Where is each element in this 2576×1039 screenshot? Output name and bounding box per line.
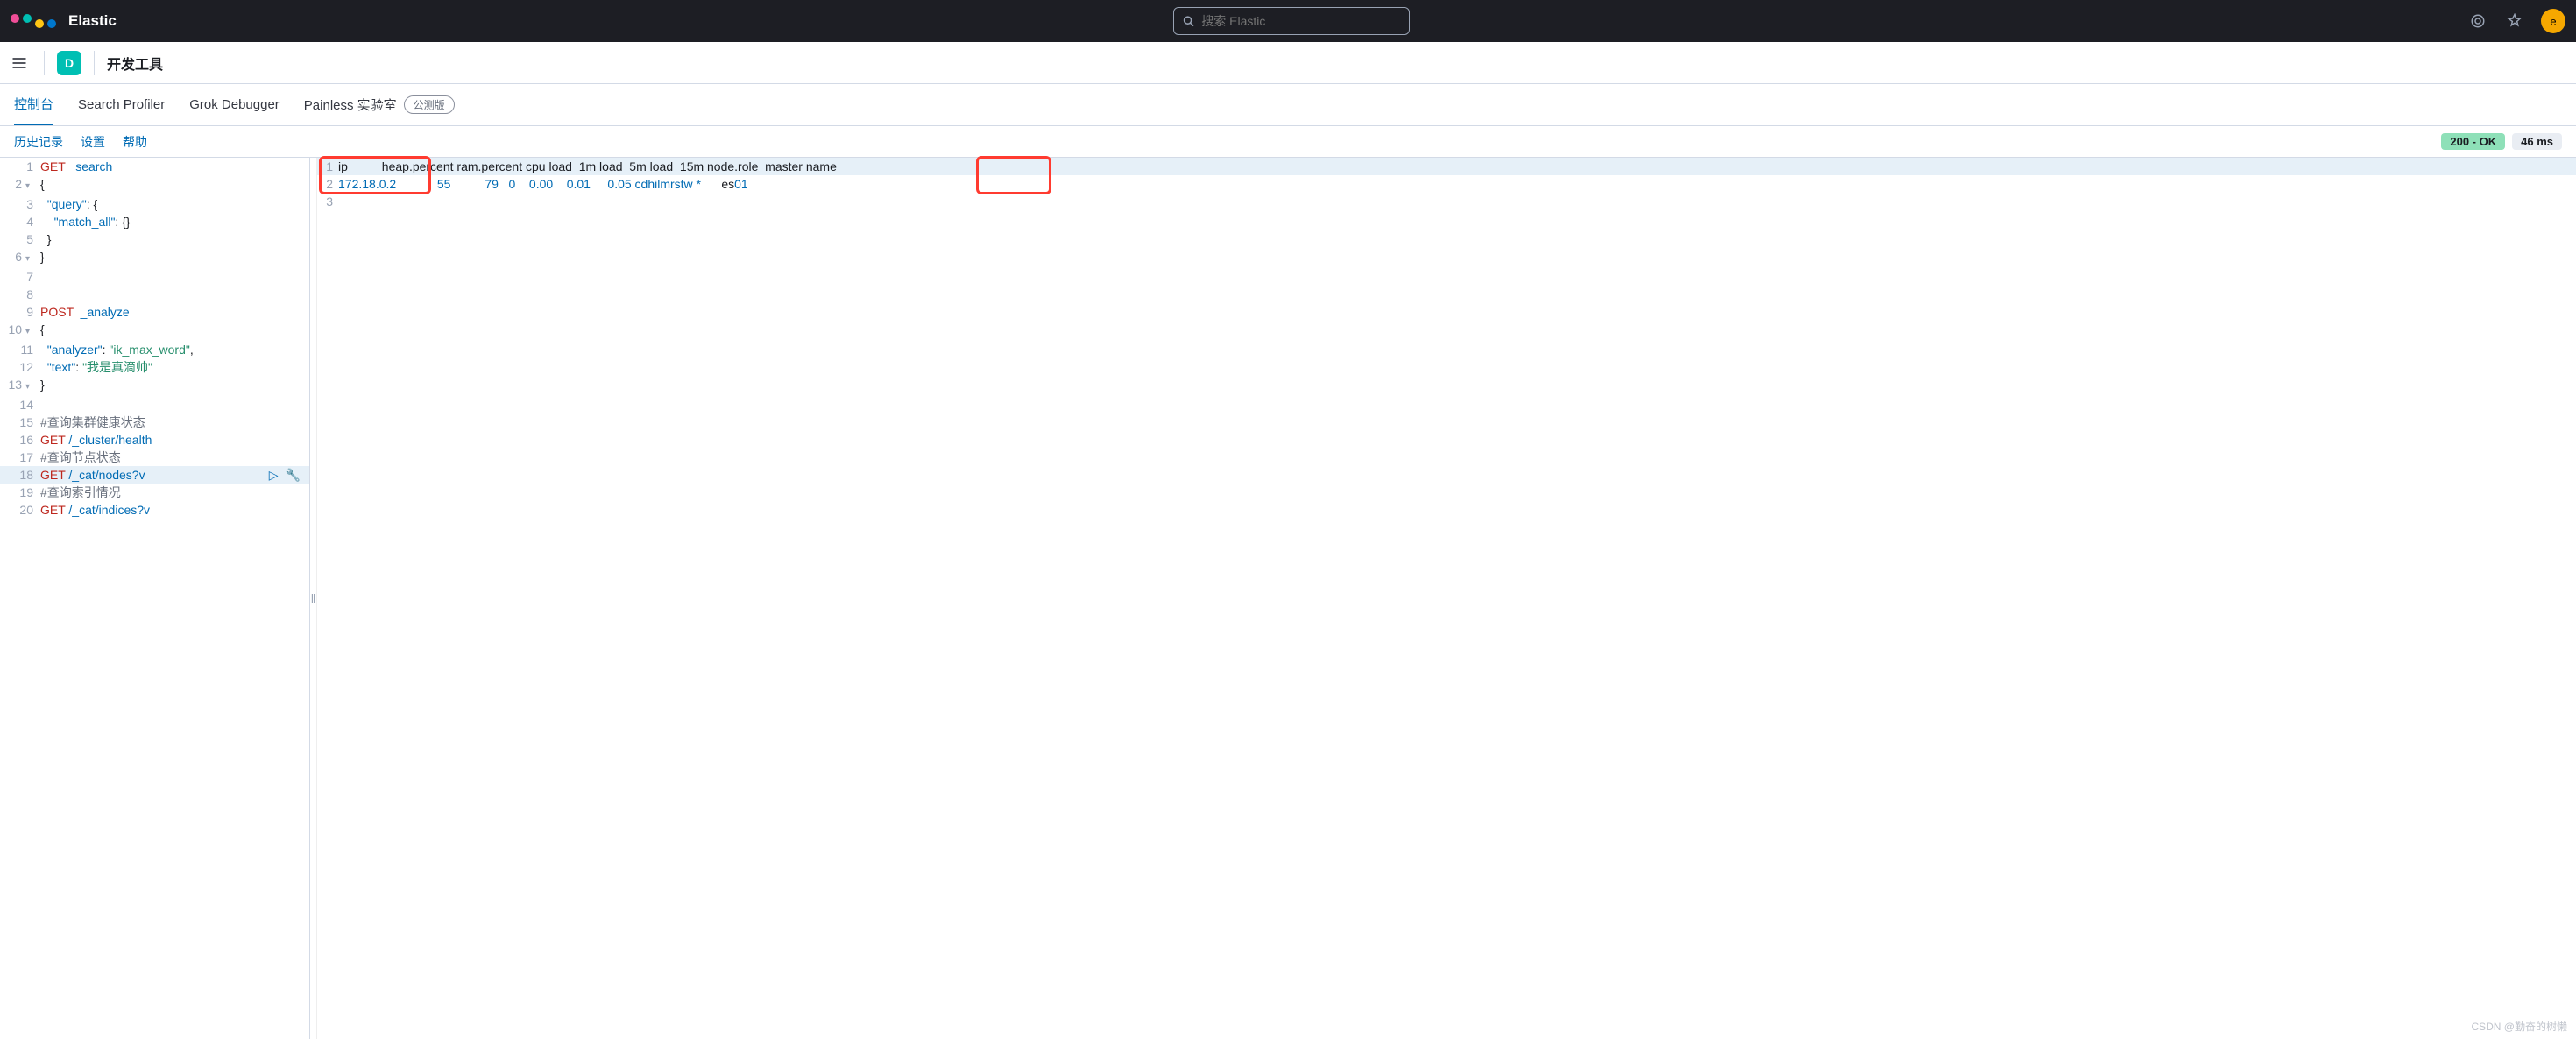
editor-line[interactable]: 10 ▾{ (0, 321, 309, 341)
line-number: 20 (0, 501, 40, 519)
response-pane: 1 ip heap.percent ram.percent cpu load_1… (317, 158, 2576, 1039)
code-content: POST _analyze (40, 303, 130, 321)
global-header: Elastic e (0, 0, 2576, 42)
line-number: 5 (0, 230, 40, 248)
code-content: #查询节点状态 (40, 449, 121, 466)
code-content: "query": { (40, 195, 97, 213)
code-content: "text": "我是真滴帅" (40, 358, 152, 376)
code-content: { (40, 175, 45, 195)
line-number: 15 (0, 413, 40, 431)
line-number: 6 ▾ (0, 248, 40, 268)
code-content: } (40, 376, 45, 396)
editor-line[interactable]: 19#查询索引情况 (0, 484, 309, 501)
history-link[interactable]: 历史记录 (14, 133, 63, 151)
line-number: 2 ▾ (0, 175, 40, 195)
line-number: 1 (317, 158, 338, 175)
console-toolbar: 历史记录 设置 帮助 200 - OK 46 ms (0, 126, 2576, 158)
divider (44, 51, 45, 75)
line-number: 7 (0, 268, 40, 286)
code-content: #查询集群健康状态 (40, 413, 145, 431)
editor-line[interactable]: 1GET _search (0, 158, 309, 175)
editor-line[interactable]: 14 (0, 396, 309, 413)
editor-line[interactable]: 8 (0, 286, 309, 303)
code-content: { (40, 321, 45, 341)
timing-badge: 46 ms (2512, 133, 2562, 150)
editor-line[interactable]: 17#查询节点状态 (0, 449, 309, 466)
global-search[interactable] (1173, 7, 1410, 35)
editor-line[interactable]: 15#查询集群健康状态 (0, 413, 309, 431)
line-number: 19 (0, 484, 40, 501)
beta-badge: 公测版 (404, 95, 455, 114)
code-content: } (40, 230, 51, 248)
help-link[interactable]: 帮助 (123, 133, 147, 151)
resize-handle[interactable]: ‖ (310, 158, 317, 1039)
editor-line[interactable]: 20GET /_cat/indices?v (0, 501, 309, 519)
editor-line[interactable]: 13 ▾} (0, 376, 309, 396)
tab-search-profiler[interactable]: Search Profiler (78, 87, 165, 123)
line-number: 18 (0, 466, 40, 484)
line-number: 17 (0, 449, 40, 466)
code-content: GET _search (40, 158, 112, 175)
editor-line[interactable]: 4 "match_all": {} (0, 213, 309, 230)
editor-line[interactable]: 11 "analyzer": "ik_max_word", (0, 341, 309, 358)
divider (94, 51, 95, 75)
line-number: 3 (317, 193, 338, 210)
line-number: 12 (0, 358, 40, 376)
request-editor[interactable]: 1GET _search2 ▾{3 "query": {4 "match_all… (0, 158, 310, 1039)
line-number: 4 (0, 213, 40, 230)
editor-line[interactable]: 12 "text": "我是真滴帅" (0, 358, 309, 376)
line-number: 2 (317, 175, 338, 193)
line-number: 11 (0, 341, 40, 358)
setup-guide-icon[interactable] (2504, 11, 2525, 32)
editor-line[interactable]: 7 (0, 268, 309, 286)
line-number: 14 (0, 396, 40, 413)
line-number: 16 (0, 431, 40, 449)
line-number: 13 ▾ (0, 376, 40, 396)
editor-split: 1GET _search2 ▾{3 "query": {4 "match_all… (0, 158, 2576, 1039)
user-avatar[interactable]: e (2541, 9, 2565, 33)
code-content: #查询索引情况 (40, 484, 121, 501)
search-icon (1183, 15, 1194, 27)
code-content: "analyzer": "ik_max_word", (40, 341, 194, 358)
tabs: 控制台 Search Profiler Grok Debugger Painle… (0, 84, 2576, 126)
app-header: D 开发工具 (0, 42, 2576, 84)
code-content: } (40, 248, 45, 268)
run-icon[interactable]: ▷ (269, 466, 279, 484)
global-search-input[interactable] (1201, 14, 1400, 28)
line-number: 10 ▾ (0, 321, 40, 341)
editor-line[interactable]: 3 "query": { (0, 195, 309, 213)
wrench-icon[interactable]: 🔧 (286, 466, 301, 484)
editor-line[interactable]: 9POST _analyze (0, 303, 309, 321)
nav-toggle-icon[interactable] (11, 54, 32, 72)
tab-painless-label: Painless 实验室 (304, 95, 397, 114)
code-content: "match_all": {} (40, 213, 131, 230)
code-content: GET /_cluster/health (40, 431, 152, 449)
line-number: 9 (0, 303, 40, 321)
line-number: 8 (0, 286, 40, 303)
response-data-row: 172.18.0.2 55 79 0 0.00 0.01 0.05 cdhilm… (338, 175, 748, 193)
elastic-logo-icon (11, 14, 56, 28)
editor-line[interactable]: 5 } (0, 230, 309, 248)
code-content: GET /_cat/nodes?v (40, 466, 145, 484)
app-title: 开发工具 (107, 53, 163, 74)
tab-console[interactable]: 控制台 (14, 84, 53, 125)
response-header-row: ip heap.percent ram.percent cpu load_1m … (338, 158, 837, 175)
line-number: 3 (0, 195, 40, 213)
status-badge: 200 - OK (2441, 133, 2505, 150)
line-number: 1 (0, 158, 40, 175)
settings-link[interactable]: 设置 (81, 133, 105, 151)
editor-line[interactable]: 16GET /_cluster/health (0, 431, 309, 449)
code-content: GET /_cat/indices?v (40, 501, 150, 519)
tab-grok-debugger[interactable]: Grok Debugger (189, 87, 280, 123)
editor-line[interactable]: 18GET /_cat/nodes?v ▷ 🔧 (0, 466, 309, 484)
brand-title: Elastic (68, 12, 117, 30)
newsfeed-icon[interactable] (2467, 11, 2488, 32)
tab-painless-lab[interactable]: Painless 实验室 公测版 (304, 85, 455, 124)
watermark: CSDN @勤奋的树懒 (2471, 1019, 2567, 1034)
editor-line[interactable]: 2 ▾{ (0, 175, 309, 195)
editor-line[interactable]: 6 ▾} (0, 248, 309, 268)
app-badge: D (57, 51, 81, 75)
